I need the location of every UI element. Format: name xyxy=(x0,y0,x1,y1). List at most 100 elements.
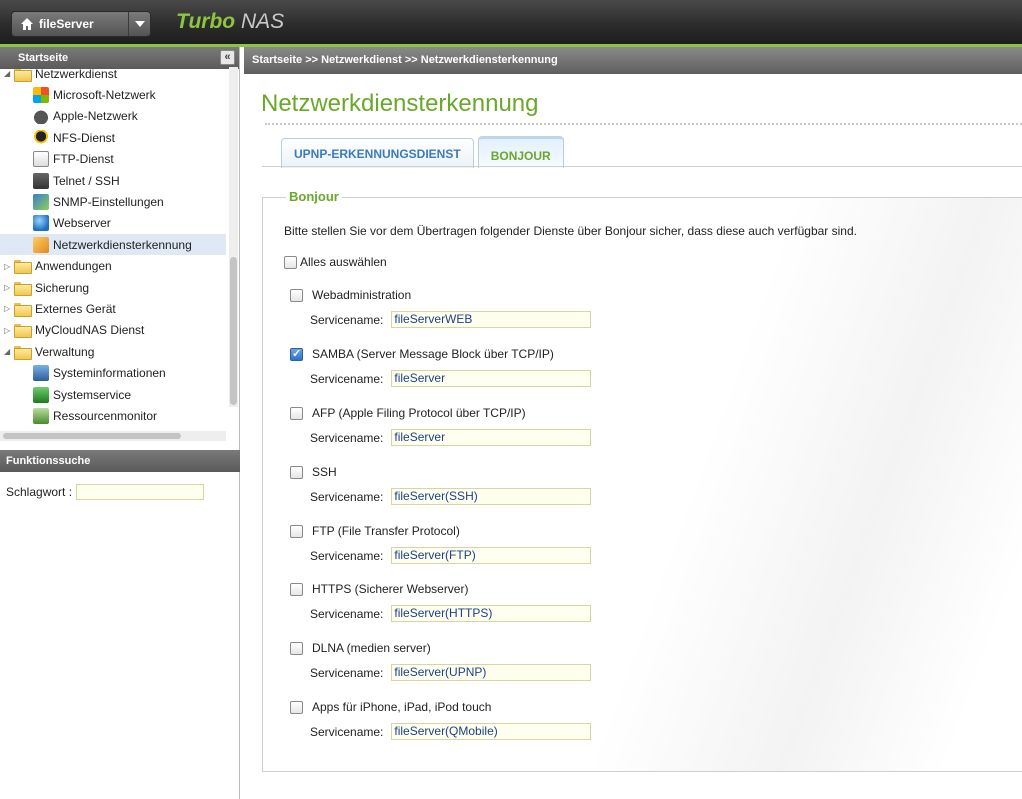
service-item: SAMBA (Server Message Block über TCP/IP)… xyxy=(290,346,990,396)
service-name-input[interactable]: fileServer(QMobile) xyxy=(391,723,592,740)
expanded-arrow-icon[interactable]: ◢ xyxy=(4,69,14,78)
sidebar-item-label: Externes Gerät xyxy=(35,301,116,316)
service-name-input[interactable]: fileServer xyxy=(391,370,592,387)
folder-icon xyxy=(14,324,32,339)
service-toggle-row[interactable]: SAMBA (Server Message Block über TCP/IP) xyxy=(290,346,990,362)
sidebar-item[interactable]: ▷ Anwendungen xyxy=(0,256,226,277)
sidebar-item[interactable]: ▷ Externes Gerät xyxy=(0,298,226,319)
sidebar-item[interactable]: ▷ MyCloudNAS Dienst xyxy=(0,320,226,341)
service-checkbox[interactable] xyxy=(290,465,303,479)
service-name-row: Servicename: fileServer(HTTPS) xyxy=(310,605,990,622)
windows-icon xyxy=(33,86,49,103)
chevron-down-icon[interactable] xyxy=(128,12,150,36)
scroll-thumb[interactable] xyxy=(230,257,237,405)
service-toggle-row[interactable]: SSH xyxy=(290,464,990,480)
service-name-input[interactable]: fileServer xyxy=(391,429,592,446)
sidebar-item[interactable]: Microsoft-Netzwerk xyxy=(0,84,226,105)
monitor-icon xyxy=(33,407,49,424)
discovery-icon xyxy=(33,236,49,253)
service-toggle-row[interactable]: DLNA (medien server) xyxy=(290,640,990,656)
collapsed-arrow-icon[interactable]: ▷ xyxy=(4,304,14,313)
tab-upnp[interactable]: UPNP-ERKENNUNGSDIENST xyxy=(281,138,474,168)
service-name-row: Servicename: fileServer(FTP) xyxy=(310,547,990,564)
sidebar-item[interactable]: Webserver xyxy=(0,213,226,234)
sidebar-item-label: Netzwerkdiensterkennung xyxy=(53,237,192,252)
sidebar-item[interactable]: ◢ Verwaltung xyxy=(0,341,226,362)
search-input[interactable] xyxy=(76,484,205,500)
sidebar-item[interactable]: FTP-Dienst xyxy=(0,149,226,170)
sidebar-item[interactable]: ▷ Sicherung xyxy=(0,277,226,298)
tab-bonjour[interactable]: BONJOUR xyxy=(477,136,564,168)
sidebar-item-label: FTP-Dienst xyxy=(53,152,114,167)
service-name-input[interactable]: fileServer(UPNP) xyxy=(391,664,592,681)
sidebar-item[interactable]: Ressourcenmonitor xyxy=(0,405,226,426)
top-bar: fileServer Turbo NAS xyxy=(0,0,1022,44)
sidebar-item[interactable]: Apple-Netzwerk xyxy=(0,106,226,127)
brand-main: Turbo xyxy=(176,10,236,33)
nav-tree: ◢ Netzwerkdienst Microsoft-Netzwerk Apple-N… xyxy=(0,69,239,429)
service-toggle-row[interactable]: AFP (Apple Filing Protocol über TCP/IP) xyxy=(290,405,990,421)
select-all-row[interactable]: Alles auswählen xyxy=(284,255,387,269)
service-name-input[interactable]: fileServer(HTTPS) xyxy=(391,605,592,622)
sidebar-item-label: Webserver xyxy=(53,216,111,231)
service-name-input[interactable]: fileServer(FTP) xyxy=(391,547,592,564)
sidebar-item[interactable]: NFS-Dienst xyxy=(0,127,226,148)
service-label: SSH xyxy=(312,465,337,479)
select-all-checkbox[interactable] xyxy=(284,255,297,269)
collapse-icon[interactable]: « xyxy=(220,50,235,65)
service-name-input[interactable]: fileServerWEB xyxy=(391,311,592,328)
sidebar-item[interactable]: ◢ Netzwerkdienst xyxy=(0,69,226,84)
service-label: FTP (File Transfer Protocol) xyxy=(312,524,460,538)
service-checkbox[interactable] xyxy=(290,524,303,538)
page-title: Netzwerkdiensterkennung xyxy=(261,90,539,117)
collapsed-arrow-icon[interactable]: ▷ xyxy=(4,283,14,292)
sidebar-item-label: Anwendungen xyxy=(35,259,112,274)
server-name: fileServer xyxy=(39,17,94,31)
service-name-row: Servicename: fileServer xyxy=(310,429,990,446)
sidebar-item-label: Ressourcenmonitor xyxy=(53,408,158,423)
service-item: Apps für iPhone, iPad, iPod touch Service… xyxy=(290,699,990,749)
service-item: SSH Servicename: fileServer(SSH) xyxy=(290,464,990,514)
sidebar-item[interactable]: SNMP-Einstellungen xyxy=(0,191,226,212)
service-name-row: Servicename: fileServer xyxy=(310,370,990,387)
collapsed-arrow-icon[interactable]: ▷ xyxy=(4,326,14,335)
server-selector[interactable]: fileServer xyxy=(11,11,151,37)
service-checkbox[interactable] xyxy=(290,700,303,714)
service-checkbox[interactable] xyxy=(290,288,303,302)
collapsed-arrow-icon[interactable]: ▷ xyxy=(4,262,14,271)
service-toggle-row[interactable]: Webadministration xyxy=(290,287,990,303)
service-name-label: Servicename: xyxy=(310,312,384,327)
sysservice-icon xyxy=(33,386,49,403)
search-row: Schlagwort : xyxy=(6,484,205,500)
expanded-arrow-icon[interactable]: ◢ xyxy=(4,347,14,356)
service-label: HTTPS (Sicherer Webserver) xyxy=(312,582,469,596)
service-toggle-row[interactable]: FTP (File Transfer Protocol) xyxy=(290,523,990,539)
service-toggle-row[interactable]: Apps für iPhone, iPad, iPod touch xyxy=(290,699,990,715)
service-item: FTP (File Transfer Protocol) Servicename:… xyxy=(290,523,990,573)
tab-divider xyxy=(262,166,1022,167)
sidebar-item-label: MyCloudNAS Dienst xyxy=(35,323,145,338)
breadcrumb: Startseite >> Netzwerkdienst >> Netzwerk… xyxy=(244,47,1022,74)
service-checkbox[interactable] xyxy=(290,582,303,596)
sidebar-item[interactable]: Systemservice xyxy=(0,384,226,405)
service-checkbox[interactable] xyxy=(290,641,303,655)
service-toggle-row[interactable]: HTTPS (Sicherer Webserver) xyxy=(290,581,990,597)
service-checkbox[interactable] xyxy=(290,347,303,361)
sidebar-item-label: Verwaltung xyxy=(35,344,95,359)
search-label: Schlagwort : xyxy=(6,485,73,499)
sidebar-title: Startseite xyxy=(18,52,69,64)
sysinfo-icon xyxy=(33,365,49,382)
sidebar-item[interactable]: Telnet / SSH xyxy=(0,170,226,191)
service-name-input[interactable]: fileServer(SSH) xyxy=(391,488,592,505)
service-label: Webadministration xyxy=(312,288,412,302)
bonjour-fieldset: Bonjour Bitte stellen Sie vor dem Übertr… xyxy=(262,189,1022,772)
tree-vertical-scrollbar[interactable] xyxy=(229,67,238,407)
tree-horizontal-scrollbar[interactable] xyxy=(0,431,226,441)
service-label: DLNA (medien server) xyxy=(312,641,431,655)
folder-icon xyxy=(14,302,32,317)
sidebar-item[interactable]: Netzwerkdiensterkennung xyxy=(0,234,226,256)
scroll-thumb[interactable] xyxy=(3,433,181,439)
service-checkbox[interactable] xyxy=(290,406,303,420)
sidebar-item[interactable]: Systeminformationen xyxy=(0,363,226,384)
globe-icon xyxy=(33,215,49,232)
